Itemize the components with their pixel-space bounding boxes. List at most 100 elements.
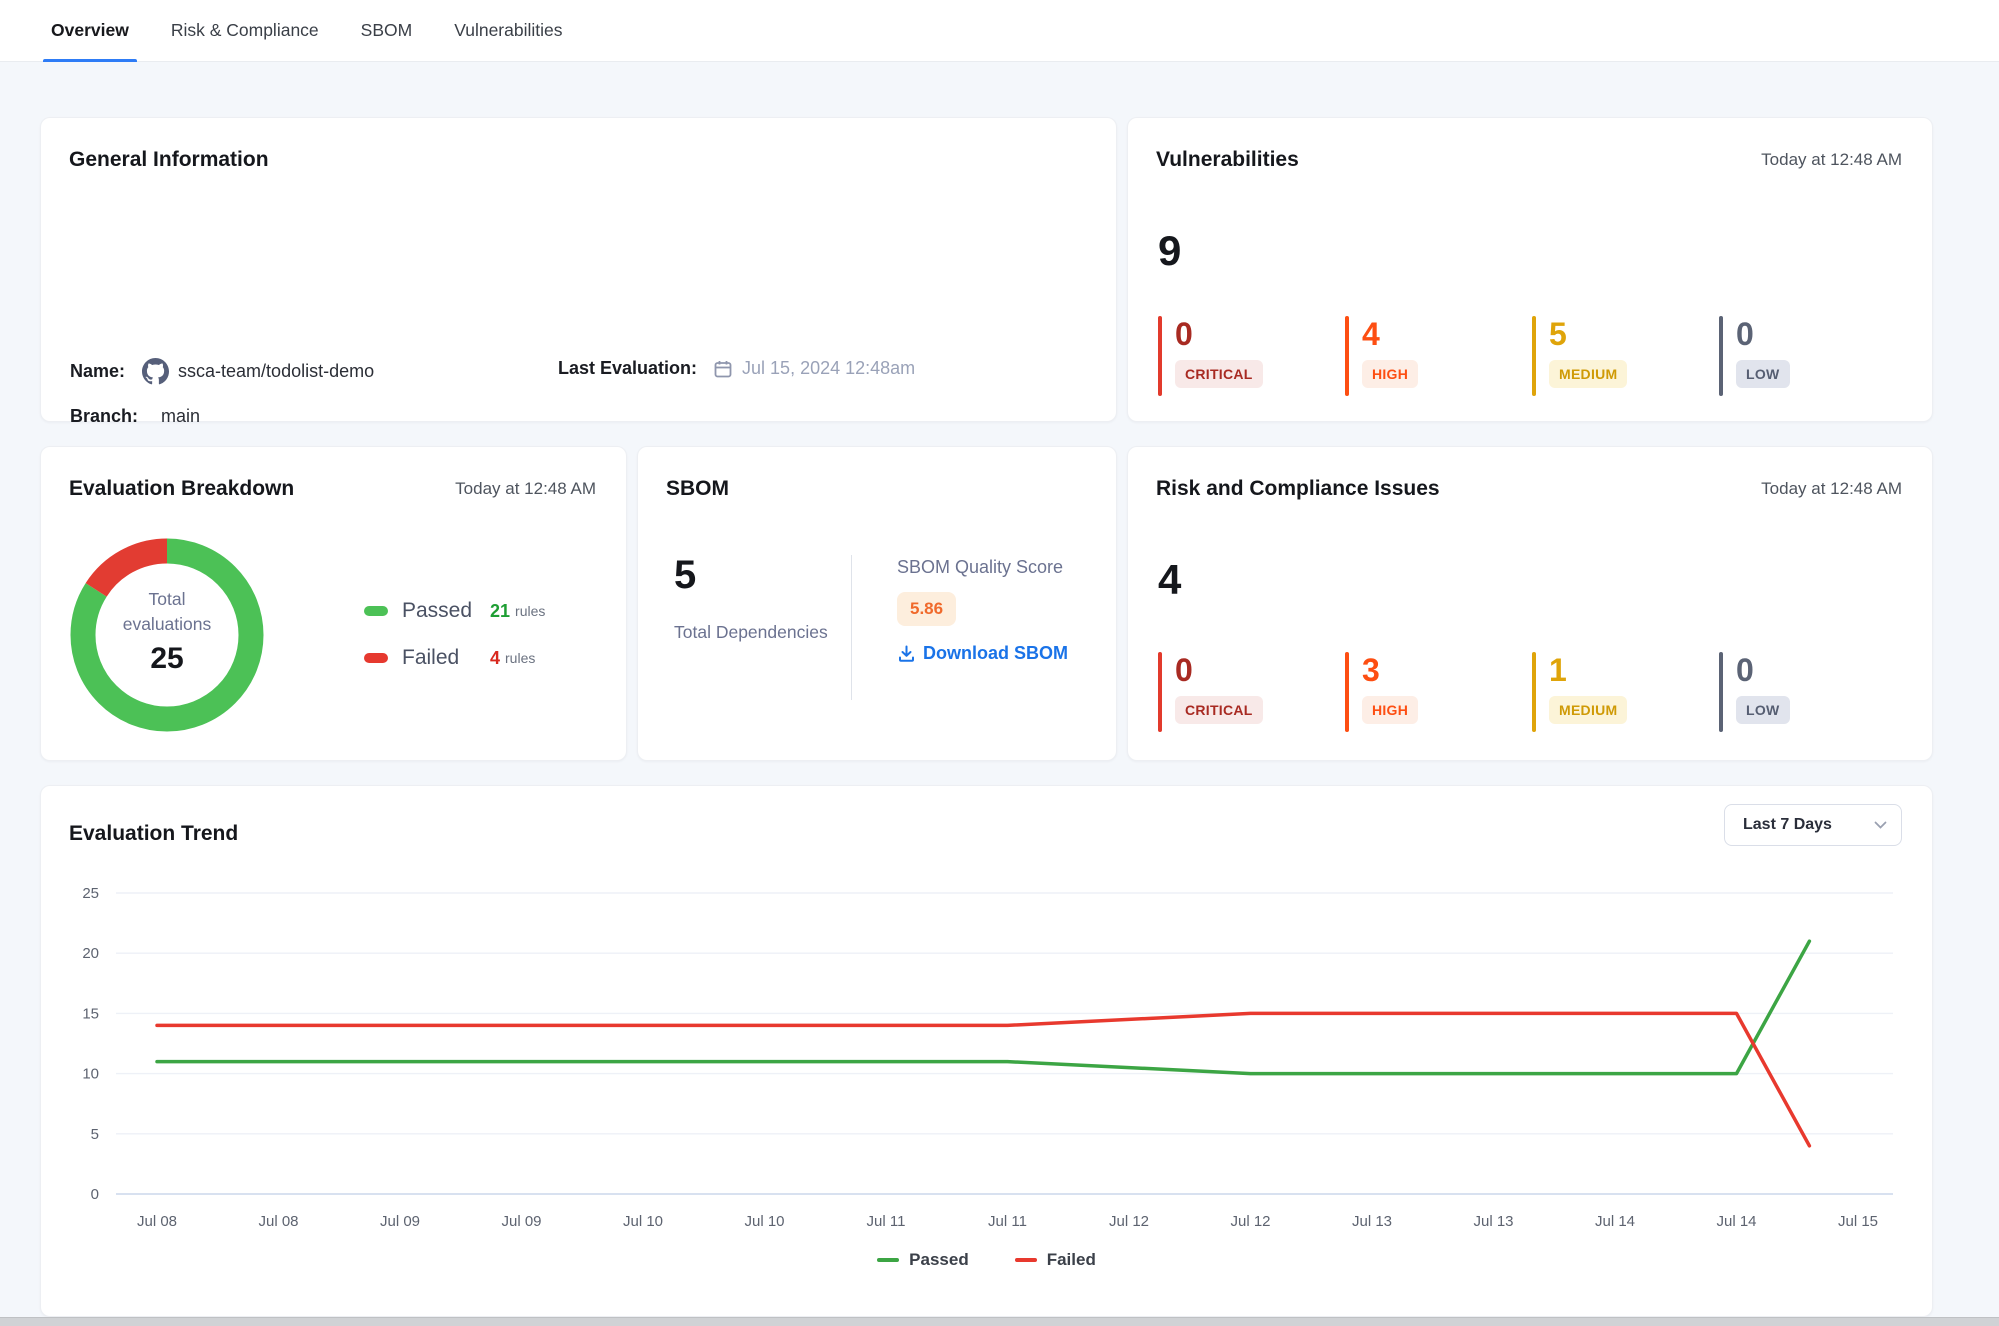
svg-text:Jul 13: Jul 13 xyxy=(1352,1213,1392,1230)
last-evaluation-value: Jul 15, 2024 12:48am xyxy=(742,358,915,379)
total-dependencies-value: 5 xyxy=(674,555,696,595)
severity-bar xyxy=(1158,652,1162,732)
critical-badge: CRITICAL xyxy=(1175,696,1263,724)
svg-text:Jul 13: Jul 13 xyxy=(1473,1213,1513,1230)
svg-text:Jul 14: Jul 14 xyxy=(1595,1213,1635,1230)
severity-medium: 5 MEDIUM xyxy=(1532,316,1719,396)
severity-bar xyxy=(1719,652,1723,732)
svg-text:Jul 15: Jul 15 xyxy=(1838,1213,1878,1230)
svg-text:5: 5 xyxy=(91,1126,99,1143)
tab-overview[interactable]: Overview xyxy=(47,0,133,62)
severity-bar xyxy=(1719,316,1723,396)
passed-label: Passed xyxy=(402,599,490,623)
severity-bar xyxy=(1532,652,1536,732)
calendar-icon xyxy=(713,359,733,379)
high-badge: HIGH xyxy=(1362,696,1418,724)
passed-value: 21 xyxy=(490,601,510,622)
date-range-dropdown[interactable]: Last 7 Days xyxy=(1724,804,1902,846)
last-evaluation-label: Last Evaluation: xyxy=(558,358,697,379)
critical-count: 0 xyxy=(1175,318,1263,350)
download-icon xyxy=(897,644,916,663)
severity-medium: 1 MEDIUM xyxy=(1532,652,1719,732)
svg-text:15: 15 xyxy=(82,1005,99,1022)
general-information-title: General Information xyxy=(69,148,269,172)
severity-low: 0 LOW xyxy=(1719,652,1906,732)
tab-risk-compliance[interactable]: Risk & Compliance xyxy=(167,0,323,62)
failed-legend-row: Failed 4 rules xyxy=(364,646,535,670)
svg-text:Jul 09: Jul 09 xyxy=(501,1213,541,1230)
repo-name-value: ssca-team/todolist-demo xyxy=(178,361,374,382)
vulnerabilities-timestamp: Today at 12:48 AM xyxy=(1761,150,1902,170)
medium-count: 1 xyxy=(1549,654,1627,686)
svg-text:Jul 10: Jul 10 xyxy=(744,1213,784,1230)
vulnerabilities-card: Vulnerabilities Today at 12:48 AM 9 0 CR… xyxy=(1127,117,1933,422)
svg-text:Jul 11: Jul 11 xyxy=(988,1213,1027,1230)
svg-text:10: 10 xyxy=(82,1066,99,1083)
svg-text:Jul 09: Jul 09 xyxy=(380,1213,420,1230)
failed-label: Failed xyxy=(402,646,490,670)
dashboard-page: Overview Risk & Compliance SBOM Vulnerab… xyxy=(0,0,1999,1326)
sbom-title: SBOM xyxy=(666,477,729,501)
severity-low: 0 LOW xyxy=(1719,316,1906,396)
total-evaluations-value: 25 xyxy=(92,642,242,676)
failed-pill-icon xyxy=(364,653,388,663)
passed-unit: rules xyxy=(515,603,545,619)
tab-vulnerabilities[interactable]: Vulnerabilities xyxy=(450,0,566,62)
evaluation-breakdown-title: Evaluation Breakdown xyxy=(69,477,294,501)
severity-bar xyxy=(1532,316,1536,396)
severity-high: 4 HIGH xyxy=(1345,316,1532,396)
passed-pill-icon xyxy=(364,606,388,616)
risk-compliance-title: Risk and Compliance Issues xyxy=(1156,477,1440,501)
severity-critical: 0 CRITICAL xyxy=(1158,316,1345,396)
last-evaluation-row: Last Evaluation: Jul 15, 2024 12:48am xyxy=(558,358,915,379)
risk-compliance-total: 4 xyxy=(1158,559,1181,601)
svg-text:Jul 12: Jul 12 xyxy=(1109,1213,1149,1230)
severity-critical: 0 CRITICAL xyxy=(1158,652,1345,732)
svg-text:Jul 12: Jul 12 xyxy=(1230,1213,1270,1230)
critical-count: 0 xyxy=(1175,654,1263,686)
evaluation-trend-card: Evaluation Trend Last 7 Days 0510152025J… xyxy=(40,785,1933,1317)
severity-bar xyxy=(1345,316,1349,396)
critical-badge: CRITICAL xyxy=(1175,360,1263,388)
total-dependencies-label: Total Dependencies xyxy=(674,619,844,645)
risk-compliance-timestamp: Today at 12:48 AM xyxy=(1761,479,1902,499)
medium-badge: MEDIUM xyxy=(1549,360,1627,388)
name-label: Name: xyxy=(70,361,125,382)
sbom-card: SBOM 5 Total Dependencies SBOM Quality S… xyxy=(637,446,1117,761)
low-badge: LOW xyxy=(1736,360,1790,388)
failed-legend-item: Failed xyxy=(1015,1250,1096,1270)
passed-line-icon xyxy=(877,1258,899,1262)
passed-legend-row: Passed 21 rules xyxy=(364,599,545,623)
passed-legend-item: Passed xyxy=(877,1250,969,1270)
github-icon xyxy=(142,358,169,385)
severity-high: 3 HIGH xyxy=(1345,652,1532,732)
svg-text:Jul 10: Jul 10 xyxy=(623,1213,663,1230)
branch-row: Branch: main xyxy=(70,406,200,427)
svg-text:0: 0 xyxy=(91,1186,99,1203)
tab-sbom[interactable]: SBOM xyxy=(357,0,417,62)
tab-bar: Overview Risk & Compliance SBOM Vulnerab… xyxy=(0,0,1999,62)
donut-center-label: Total evaluations 25 xyxy=(92,587,242,676)
risk-compliance-card: Risk and Compliance Issues Today at 12:4… xyxy=(1127,446,1933,761)
medium-count: 5 xyxy=(1549,318,1627,350)
branch-value: main xyxy=(161,406,200,427)
download-sbom-link[interactable]: Download SBOM xyxy=(897,643,1068,664)
branch-label: Branch: xyxy=(70,406,138,427)
failed-value: 4 xyxy=(490,648,500,669)
low-count: 0 xyxy=(1736,654,1790,686)
low-count: 0 xyxy=(1736,318,1790,350)
severity-bar xyxy=(1345,652,1349,732)
failed-unit: rules xyxy=(505,650,535,666)
vulnerabilities-title: Vulnerabilities xyxy=(1156,148,1299,172)
svg-text:Jul 14: Jul 14 xyxy=(1716,1213,1756,1230)
evaluation-trend-line-chart: 0510152025Jul 08Jul 08Jul 09Jul 09Jul 10… xyxy=(41,886,1921,1236)
svg-text:Jul 08: Jul 08 xyxy=(258,1213,298,1230)
svg-text:25: 25 xyxy=(82,886,99,902)
svg-text:Jul 08: Jul 08 xyxy=(137,1213,177,1230)
failed-line-icon xyxy=(1015,1258,1037,1262)
high-badge: HIGH xyxy=(1362,360,1418,388)
divider xyxy=(851,555,852,700)
severity-bar xyxy=(1158,316,1162,396)
evaluation-trend-title: Evaluation Trend xyxy=(69,822,238,846)
svg-text:Jul 11: Jul 11 xyxy=(867,1213,906,1230)
